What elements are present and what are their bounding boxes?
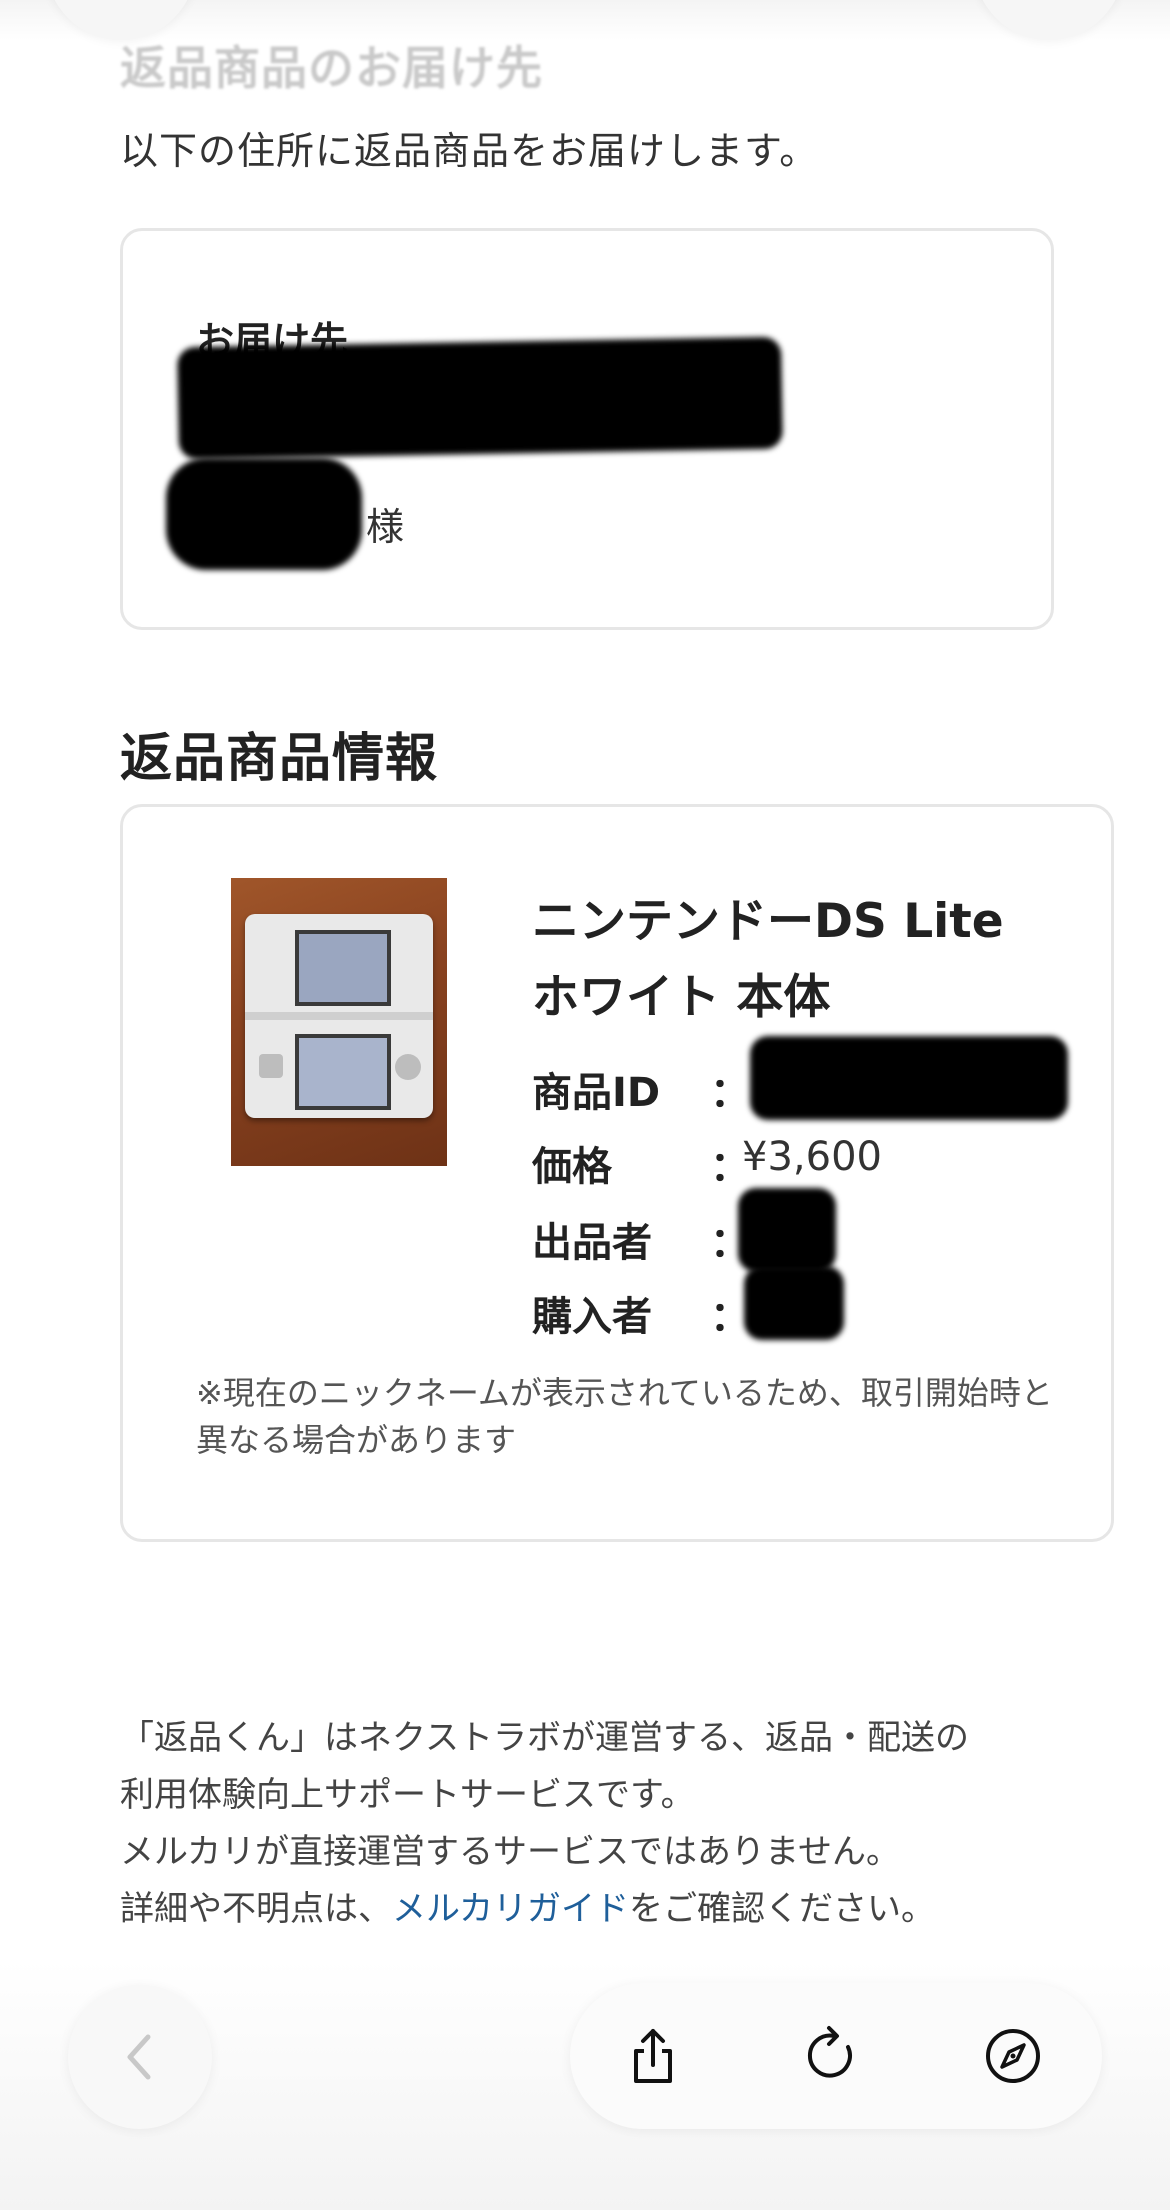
footer-line-2: 利用体験向上サポートサービスです。	[120, 1775, 695, 1815]
price-value: ¥3,600	[742, 1134, 882, 1180]
redacted-name	[166, 458, 362, 570]
return-address-intro: 以下の住所に返品商品をお届けします。	[120, 129, 819, 173]
nickname-note: ※現在のニックネームが表示されているため、取引開始時と異なる場合があります	[196, 1374, 1053, 1459]
return-address-heading: 返品商品のお届け先	[120, 41, 543, 95]
footer-line-4-suffix: をご確認ください。	[628, 1889, 935, 1929]
footer-line-1: 「返品くん」はネクストラボが運営する、返品・配送の	[120, 1718, 969, 1758]
back-button[interactable]	[68, 1985, 212, 2129]
mercari-guide-link[interactable]: メルカリガイド	[392, 1889, 629, 1929]
redacted-seller	[738, 1188, 836, 1272]
seller-label: 出品者	[532, 1220, 652, 1266]
colon: ：	[710, 1070, 750, 1116]
product-id-label: 商品ID	[532, 1070, 661, 1116]
chevron-left-icon	[127, 2034, 151, 2080]
redacted-buyer	[744, 1266, 844, 1340]
footer-line-4-prefix: 詳細や不明点は、	[120, 1889, 392, 1929]
reload-icon[interactable]	[803, 2025, 865, 2087]
product-image	[231, 878, 447, 1166]
name-suffix: 様	[366, 505, 405, 549]
product-name: ニンテンドーDS Lite ホワイト 本体	[532, 894, 1004, 1025]
price-label: 価格	[532, 1144, 612, 1190]
face-buttons	[395, 1054, 421, 1080]
ds-console-illustration	[245, 914, 433, 1118]
buyer-label: 購入者	[532, 1294, 652, 1340]
redacted-address	[177, 336, 783, 460]
dpad	[259, 1054, 283, 1078]
service-footer: 「返品くん」はネクストラボが運営する、返品・配送の 利用体験向上サポートサービス…	[120, 1710, 1080, 1938]
section-title: 返品商品情報	[120, 729, 439, 789]
top-screen	[295, 930, 391, 1006]
bottom-screen	[295, 1034, 391, 1110]
compass-icon[interactable]	[982, 2025, 1044, 2087]
share-icon[interactable]	[622, 2025, 684, 2087]
redacted-product-id	[750, 1036, 1068, 1120]
footer-line-4: 詳細や不明点は、メルカリガイドをご確認ください。	[120, 1881, 1080, 1938]
footer-line-3: メルカリが直接運営するサービスではありません。	[120, 1832, 900, 1872]
hinge	[245, 1012, 433, 1020]
browser-toolbar	[570, 1983, 1102, 2129]
